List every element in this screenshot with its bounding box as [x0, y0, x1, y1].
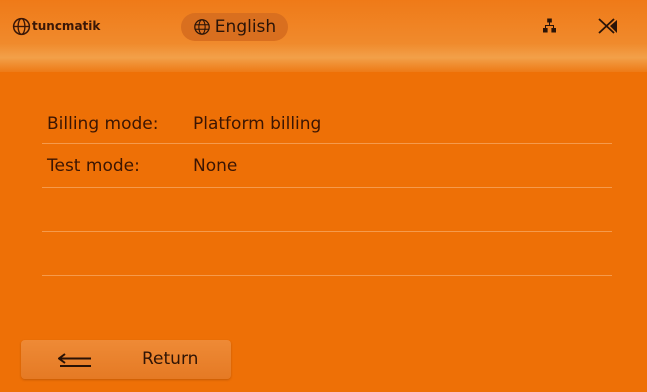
logo-globe-icon	[12, 17, 31, 35]
language-label: English	[214, 17, 277, 37]
language-selector[interactable]: English	[181, 13, 288, 41]
return-label: Return	[142, 349, 199, 369]
divider	[42, 231, 612, 232]
divider	[42, 275, 612, 276]
test-mode-label: Test mode:	[47, 156, 140, 176]
device-screen: tuncmatik English Billing mode: Platform…	[0, 0, 647, 392]
brand-name: tuncmatik	[32, 19, 101, 33]
test-mode-row: Test mode: None	[47, 155, 237, 177]
globe-icon	[193, 19, 210, 35]
no-wifi-icon	[598, 18, 617, 34]
billing-mode-label: Billing mode:	[47, 114, 159, 134]
billing-mode-value: Platform billing	[193, 114, 322, 134]
test-mode-value: None	[193, 156, 238, 176]
network-icon	[543, 18, 556, 33]
return-button[interactable]: Return	[21, 340, 231, 379]
divider	[42, 143, 612, 144]
brand-logo: tuncmatik	[12, 14, 100, 38]
divider	[42, 187, 612, 188]
header-bar: tuncmatik English	[0, 0, 647, 72]
return-arrow-icon	[58, 353, 91, 367]
billing-mode-row: Billing mode: Platform billing	[47, 113, 321, 135]
